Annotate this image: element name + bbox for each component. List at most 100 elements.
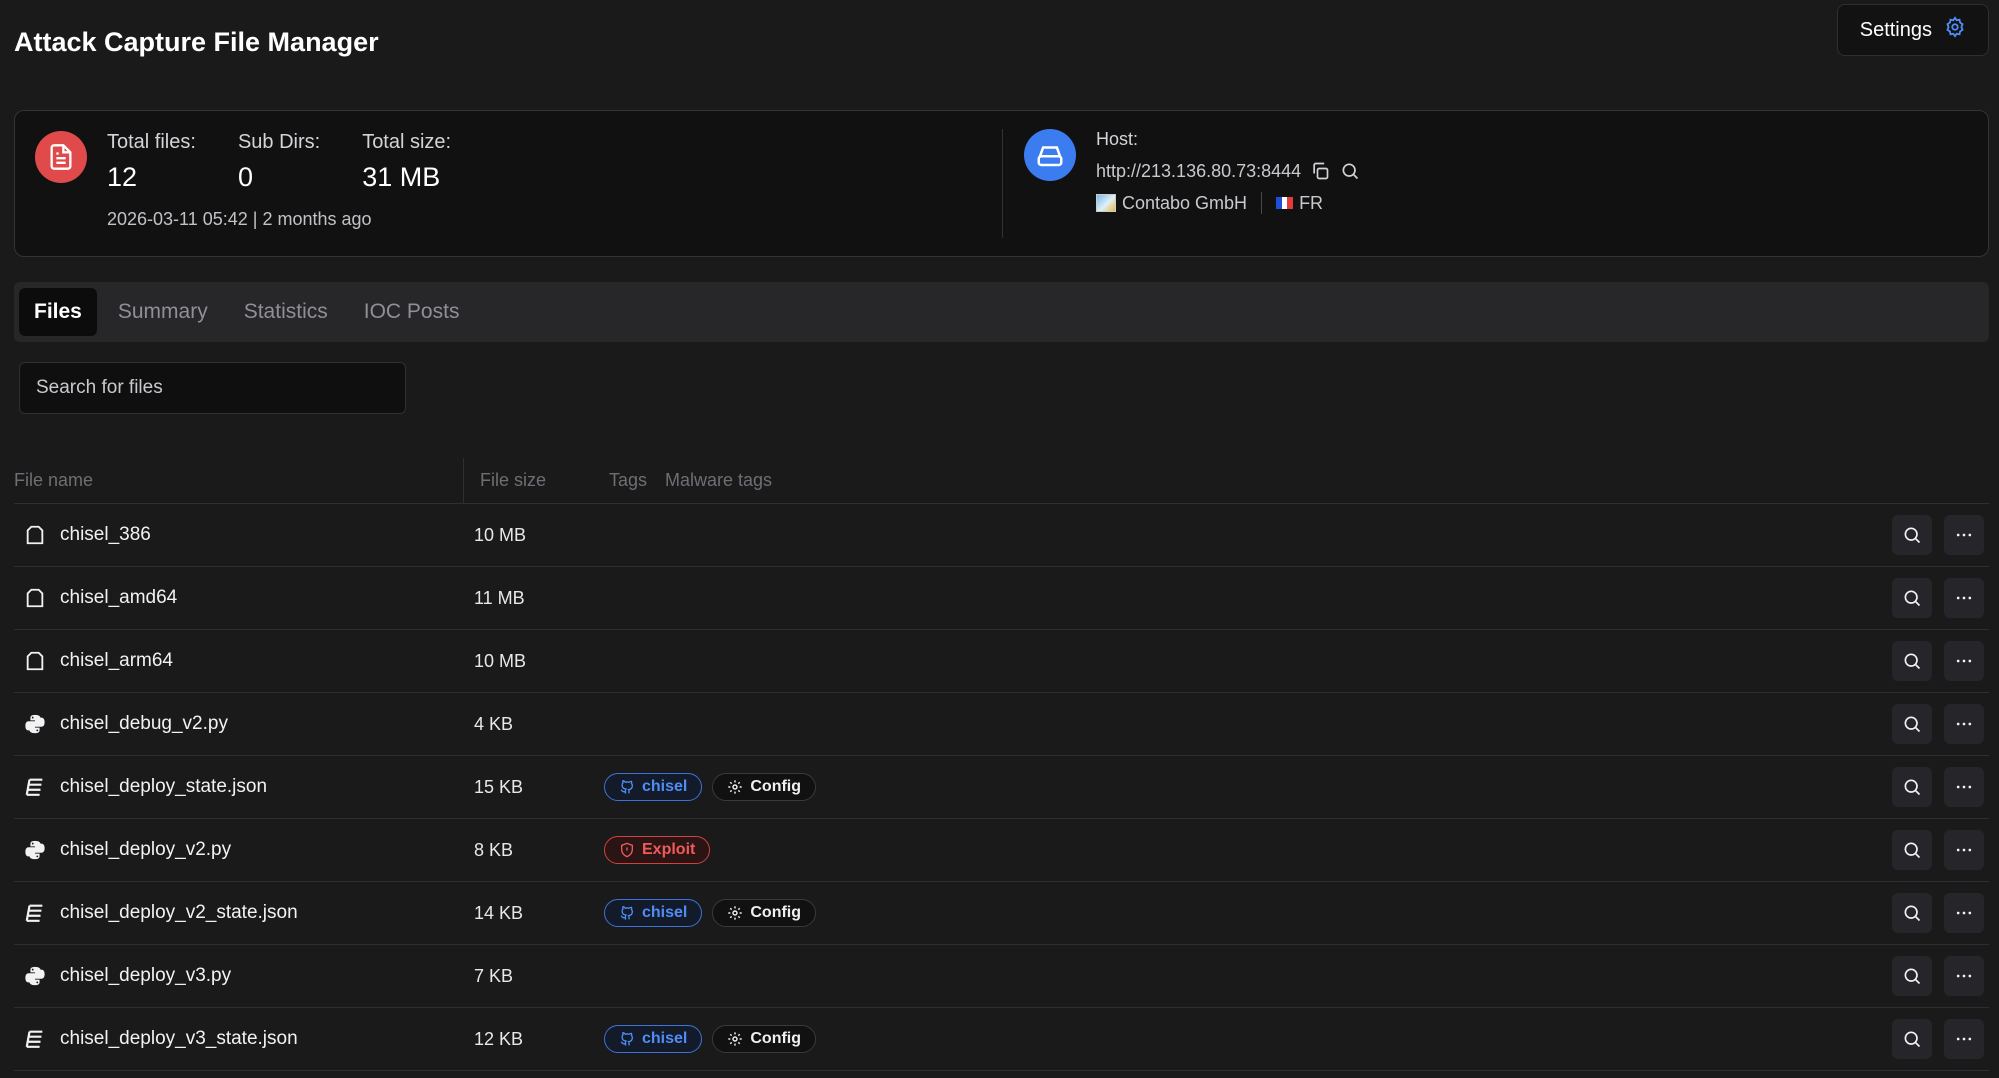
row-actions xyxy=(1892,704,1984,744)
inspect-button[interactable] xyxy=(1892,830,1932,870)
inspect-button[interactable] xyxy=(1892,515,1932,555)
more-options-button[interactable] xyxy=(1944,578,1984,618)
ellipsis-icon xyxy=(1954,840,1974,860)
stat-total-size: Total size: 31 MB xyxy=(362,131,451,193)
inspect-button[interactable] xyxy=(1892,1019,1932,1059)
stat-value: 12 xyxy=(107,162,138,192)
file-name-cell[interactable]: chisel_debug_v2.py xyxy=(14,713,474,735)
ellipsis-icon xyxy=(1954,903,1974,923)
table-row[interactable]: chisel_amd64 11 MB xyxy=(14,567,1989,630)
inspect-button[interactable] xyxy=(1892,893,1932,933)
file-name-cell[interactable]: chisel_deploy_v3.py xyxy=(14,965,474,987)
github-tag[interactable]: chisel xyxy=(604,899,703,927)
file-name-cell[interactable]: chisel_deploy_v2_state.json xyxy=(14,902,474,924)
inspect-button[interactable] xyxy=(1892,956,1932,996)
host-url-row: http://213.136.80.73:8444 xyxy=(1096,160,1361,182)
ellipsis-icon xyxy=(1954,588,1974,608)
ellipsis-icon xyxy=(1954,1029,1974,1049)
file-size: 12 KB xyxy=(474,1028,524,1049)
tab-statistics[interactable]: Statistics xyxy=(229,288,343,336)
table-row[interactable]: chisel_deploy_state.json 15 KB chisel Confi… xyxy=(14,756,1989,819)
file-name: chisel_arm64 xyxy=(60,650,173,671)
inspect-button[interactable] xyxy=(1892,641,1932,681)
config-tag[interactable]: Config xyxy=(712,773,817,801)
more-options-button[interactable] xyxy=(1944,515,1984,555)
row-actions xyxy=(1892,956,1984,996)
settings-button[interactable]: Settings xyxy=(1836,4,1989,56)
table-body: chisel_386 10 MB chisel_amd64 11 MB chisel_a… xyxy=(14,504,1989,1071)
inspect-button[interactable] xyxy=(1892,704,1932,744)
column-file-size[interactable]: File size xyxy=(464,470,609,491)
more-options-button[interactable] xyxy=(1944,893,1984,933)
stat-sub-dirs: Sub Dirs: 0 xyxy=(238,131,320,193)
tag-label: Exploit xyxy=(642,841,696,858)
column-file-name[interactable]: File name xyxy=(14,457,464,504)
file-name: chisel_deploy_v3_state.json xyxy=(60,1028,298,1049)
tag-label: Config xyxy=(750,904,802,921)
search-icon xyxy=(1902,840,1922,860)
github-icon xyxy=(619,779,635,795)
tab-files[interactable]: Files xyxy=(19,288,97,336)
file-icon xyxy=(24,587,46,609)
table-row[interactable]: chisel_arm64 10 MB xyxy=(14,630,1989,693)
github-tag[interactable]: chisel xyxy=(604,1025,703,1053)
file-size: 14 KB xyxy=(474,902,524,923)
header: Attack Capture File Manager Settings xyxy=(14,0,1989,110)
tags-cell: chisel Config xyxy=(604,899,817,927)
row-actions xyxy=(1892,830,1984,870)
search-icon xyxy=(1902,966,1922,986)
row-actions xyxy=(1892,893,1984,933)
gear-icon xyxy=(1944,16,1966,44)
more-options-button[interactable] xyxy=(1944,830,1984,870)
table-row[interactable]: chisel_deploy_v3_state.json 12 KB chisel Co… xyxy=(14,1008,1989,1071)
stat-total-files: Total files: 12 xyxy=(107,131,196,193)
github-icon xyxy=(619,905,635,921)
files-table: File name File size Tags Malware tags ch… xyxy=(14,457,1989,1071)
exploit-tag[interactable]: Exploit xyxy=(604,836,711,864)
tab-summary[interactable]: Summary xyxy=(103,288,223,336)
file-size: 11 MB xyxy=(474,587,525,608)
search-input[interactable] xyxy=(19,362,406,414)
more-options-button[interactable] xyxy=(1944,704,1984,744)
gear-icon xyxy=(727,905,743,921)
json-icon xyxy=(24,1028,46,1050)
table-row[interactable]: chisel_386 10 MB xyxy=(14,504,1989,567)
row-actions xyxy=(1892,767,1984,807)
table-row[interactable]: chisel_deploy_v3.py 7 KB xyxy=(14,945,1989,1008)
more-options-button[interactable] xyxy=(1944,956,1984,996)
stats-row: Total files: 12 Sub Dirs: 0 Total size: … xyxy=(107,131,451,193)
tag-label: chisel xyxy=(642,778,688,795)
search-icon xyxy=(1902,651,1922,671)
file-name: chisel_deploy_v2.py xyxy=(60,839,232,860)
more-options-button[interactable] xyxy=(1944,767,1984,807)
more-options-button[interactable] xyxy=(1944,1019,1984,1059)
tab-ioc-posts[interactable]: IOC Posts xyxy=(349,288,475,336)
file-name-cell[interactable]: chisel_deploy_v2.py xyxy=(14,839,474,861)
more-options-button[interactable] xyxy=(1944,641,1984,681)
file-name-cell[interactable]: chisel_deploy_state.json xyxy=(14,776,474,798)
ellipsis-icon xyxy=(1954,651,1974,671)
country-code: FR xyxy=(1299,192,1324,213)
file-name-cell[interactable]: chisel_386 xyxy=(14,524,474,546)
file-icon xyxy=(24,650,46,672)
inspect-button[interactable] xyxy=(1892,578,1932,618)
inspect-button[interactable] xyxy=(1892,767,1932,807)
search-icon[interactable] xyxy=(1339,160,1361,182)
config-tag[interactable]: Config xyxy=(712,899,817,927)
table-row[interactable]: chisel_deploy_v2.py 8 KB Exploit xyxy=(14,819,1989,882)
settings-label: Settings xyxy=(1859,18,1932,41)
table-row[interactable]: chisel_debug_v2.py 4 KB xyxy=(14,693,1989,756)
gear-icon xyxy=(727,1031,743,1047)
file-name-cell[interactable]: chisel_amd64 xyxy=(14,587,474,609)
file-name-cell[interactable]: chisel_deploy_v3_state.json xyxy=(14,1028,474,1050)
stat-value: 0 xyxy=(237,162,253,192)
row-actions xyxy=(1892,1019,1984,1059)
copy-icon[interactable] xyxy=(1309,160,1331,182)
table-row[interactable]: chisel_deploy_v2_state.json 14 KB chisel Co… xyxy=(14,882,1989,945)
github-tag[interactable]: chisel xyxy=(604,773,703,801)
column-tags: Tags xyxy=(609,470,648,490)
file-name-cell[interactable]: chisel_arm64 xyxy=(14,650,474,672)
info-card: Total files: 12 Sub Dirs: 0 Total size: … xyxy=(14,110,1989,257)
config-tag[interactable]: Config xyxy=(712,1025,817,1053)
search-icon xyxy=(1902,903,1922,923)
